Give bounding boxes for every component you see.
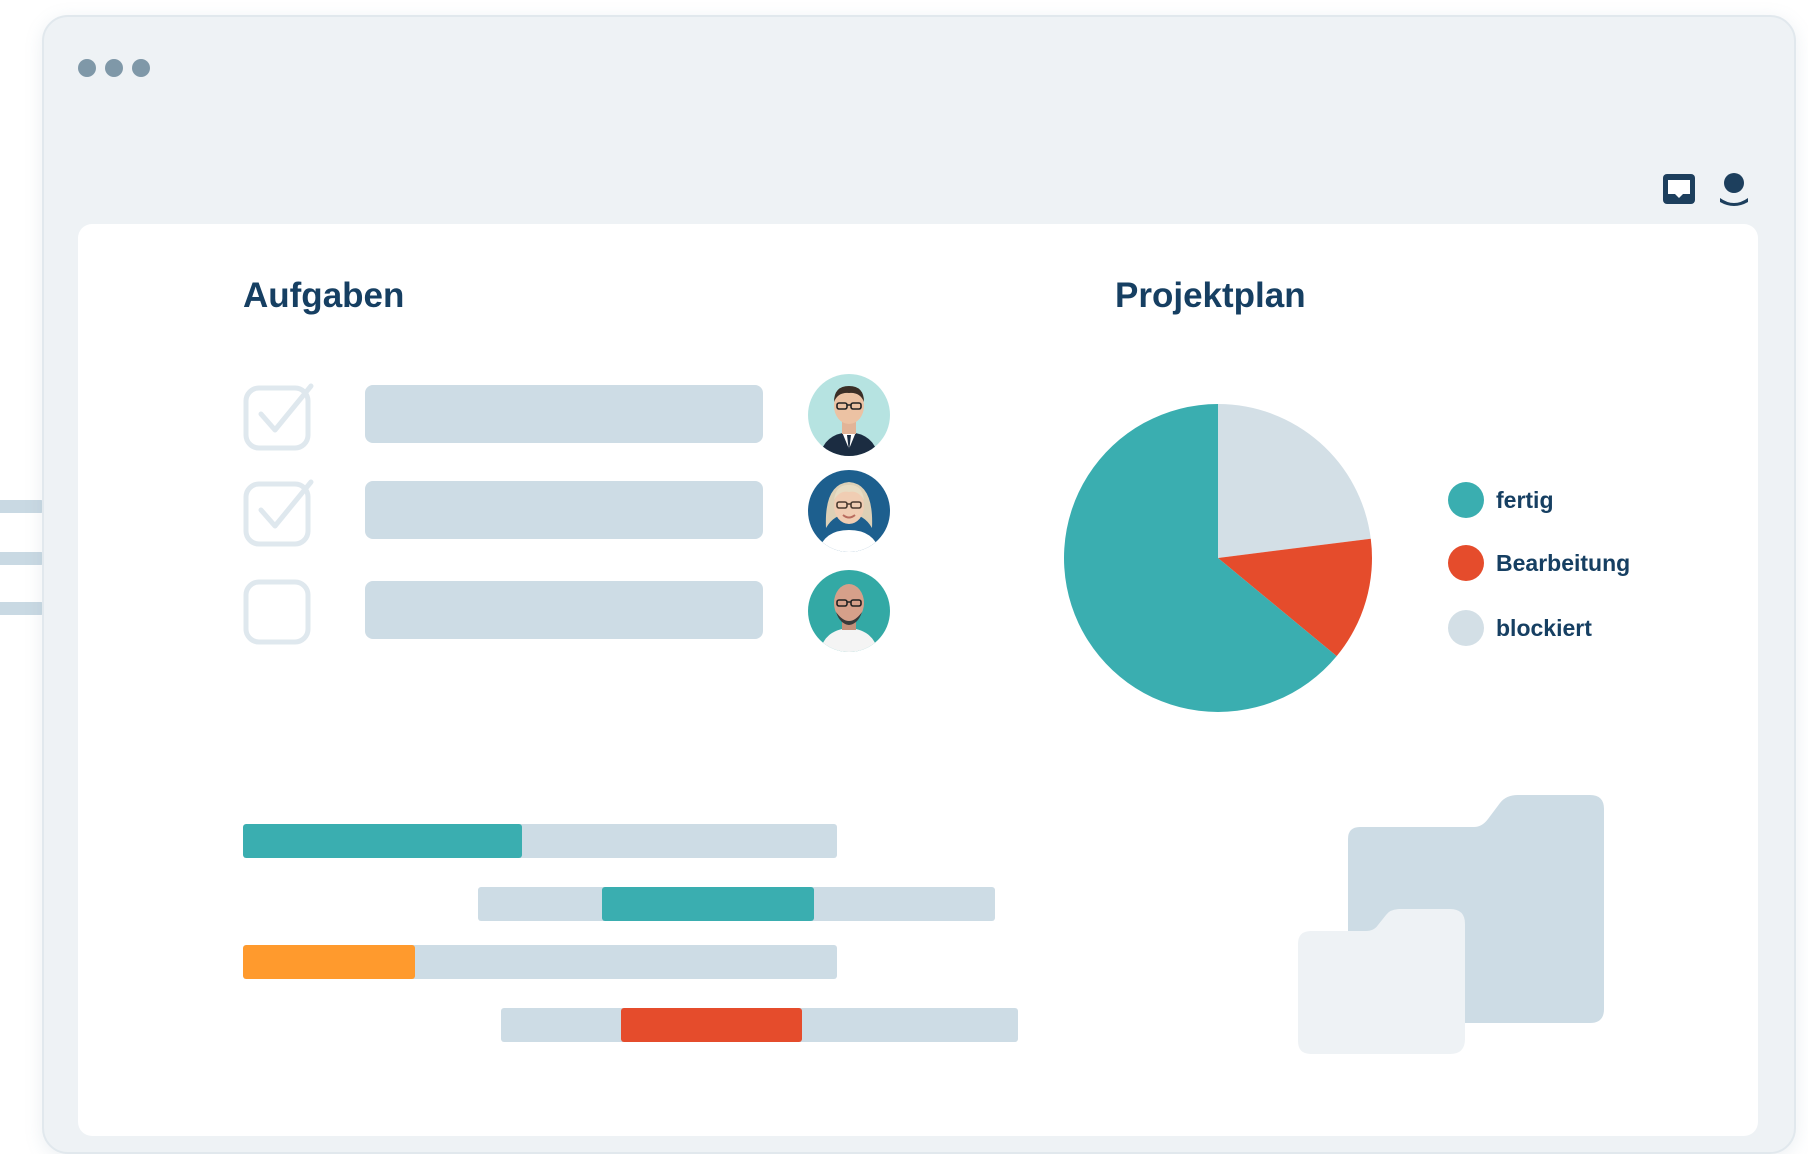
task-placeholder-bar[interactable]	[365, 481, 763, 539]
gantt-bar-progress	[602, 887, 814, 921]
avatar[interactable]	[808, 470, 890, 552]
decorative-line	[0, 552, 44, 565]
checkbox-checked[interactable]	[243, 476, 315, 548]
inbox-icon[interactable]	[1662, 173, 1696, 205]
window-controls	[78, 59, 150, 77]
gantt-bar-progress	[243, 824, 523, 858]
avatar-man-glasses-icon	[808, 374, 890, 456]
legend-swatch	[1448, 610, 1484, 646]
task-row	[243, 470, 933, 554]
project-plan-title: Projektplan	[1115, 276, 1306, 315]
gantt-bar[interactable]	[243, 824, 837, 858]
pie-slice-blockiert	[1218, 404, 1371, 558]
gantt-bar-progress	[243, 945, 416, 979]
checkbox-empty-icon	[243, 579, 311, 645]
decorative-line	[0, 602, 44, 615]
avatar-man-bald-icon	[808, 570, 890, 652]
checkmark-icon	[243, 479, 314, 547]
checkbox-unchecked[interactable]	[243, 576, 315, 648]
window-dot[interactable]	[132, 59, 150, 77]
task-row	[243, 374, 933, 458]
folder-icon	[1298, 795, 1604, 1054]
legend-label: fertig	[1496, 486, 1554, 513]
legend-label: blockiert	[1496, 614, 1592, 641]
legend-label: Bearbeitung	[1496, 549, 1631, 576]
legend-item-fertig: fertig	[1448, 482, 1554, 518]
task-placeholder-bar[interactable]	[365, 385, 763, 443]
user-icon[interactable]	[1718, 172, 1750, 206]
legend-item-bearbeitung: Bearbeitung	[1448, 545, 1630, 581]
header-icons	[1662, 172, 1750, 206]
project-pie-chart	[1064, 404, 1372, 712]
gantt-bar[interactable]	[478, 887, 995, 921]
task-row	[243, 570, 933, 654]
app-window: Aufgaben Projektplan fertig Bearbeitung …	[42, 15, 1796, 1154]
tasks-title: Aufgaben	[243, 276, 405, 315]
task-placeholder-bar[interactable]	[365, 581, 763, 639]
avatar[interactable]	[808, 570, 890, 652]
checkbox-checked[interactable]	[243, 380, 315, 452]
window-dot[interactable]	[105, 59, 123, 77]
gantt-bar[interactable]	[243, 945, 837, 979]
avatar-woman-glasses-icon	[808, 470, 890, 552]
legend-swatch	[1448, 545, 1484, 581]
legend-item-blockiert: blockiert	[1448, 610, 1592, 646]
window-dot[interactable]	[78, 59, 96, 77]
gantt-bar[interactable]	[501, 1008, 1018, 1042]
checkmark-icon	[243, 383, 314, 451]
decorative-line	[0, 500, 44, 513]
legend-swatch	[1448, 482, 1484, 518]
dashboard-panel: Aufgaben Projektplan fertig Bearbeitung …	[78, 224, 1758, 1136]
avatar[interactable]	[808, 374, 890, 456]
gantt-bar-progress	[621, 1008, 802, 1042]
